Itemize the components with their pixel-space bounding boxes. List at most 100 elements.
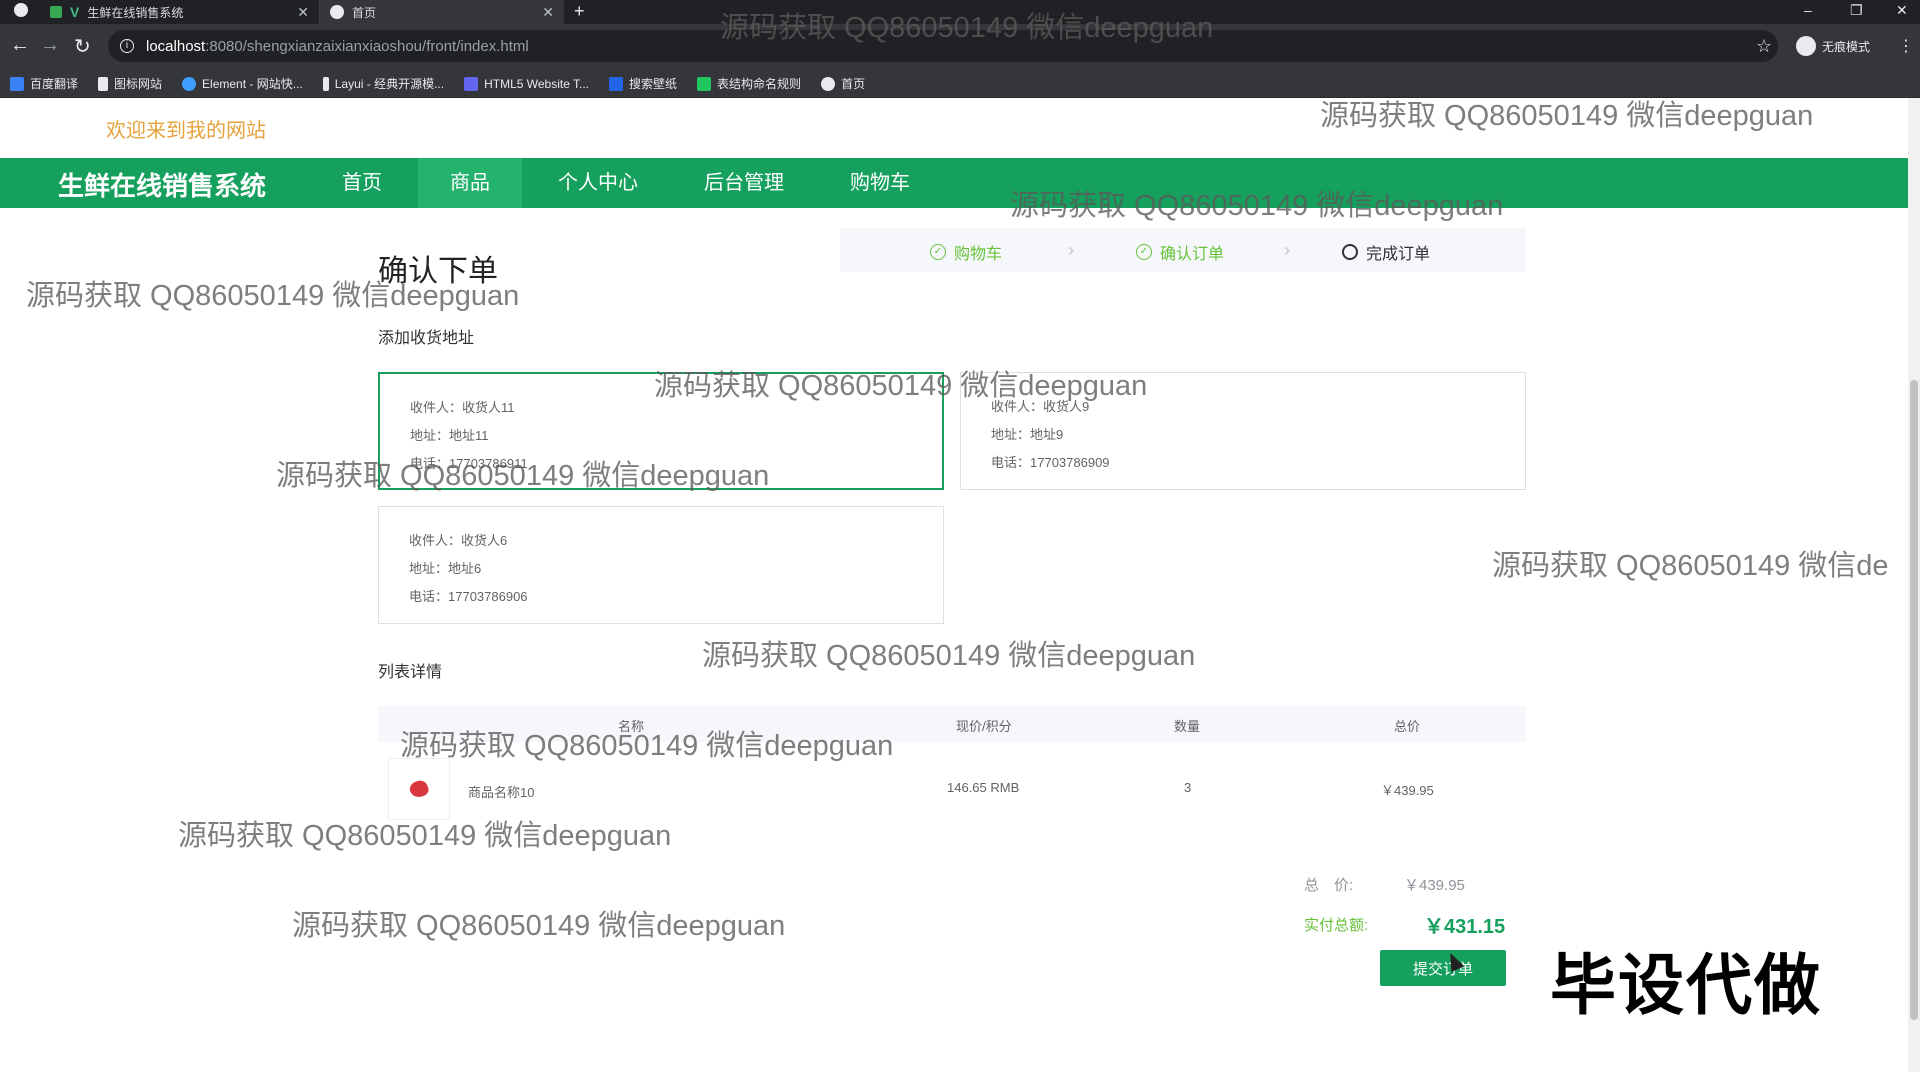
step-label: 完成订单	[1366, 246, 1431, 263]
incognito-indicator[interactable]: 无痕模式	[1796, 36, 1870, 56]
nav-profile[interactable]: 个人中心	[528, 158, 668, 208]
address-bar[interactable]: i localhost:8080/shengxianzaixianxiaosho…	[108, 30, 1778, 62]
address-card[interactable]: 收件人：收货人11 地址：地址11 电话：17703786911	[378, 372, 944, 490]
bookmark-item[interactable]: Element - 网站快...	[182, 75, 303, 92]
bookmark-label: Layui - 经典开源模...	[334, 77, 445, 91]
bookmark-item[interactable]: HTML5 Website T...	[464, 76, 590, 91]
step-label: 购物车	[954, 246, 1003, 263]
address-text: 地址：地址6	[409, 561, 482, 576]
new-tab-icon[interactable]: +	[574, 1, 585, 22]
incognito-icon	[1796, 36, 1816, 56]
bookmark-label: 百度翻译	[30, 77, 79, 91]
page-title: 确认下单	[378, 255, 498, 288]
address-card[interactable]: 收件人：收货人9 地址：地址9 电话：17703786909	[960, 372, 1526, 490]
total-value: ￥439.95	[1404, 877, 1465, 894]
watermark: 源码获取 QQ86050149 微信deepguan	[1320, 100, 1814, 132]
browser-menu-icon[interactable]	[14, 3, 28, 20]
minimize-icon[interactable]: –	[1804, 2, 1812, 18]
back-icon[interactable]: ←	[10, 34, 30, 57]
cell-name: 商品名称10	[468, 785, 535, 800]
bookmark-item[interactable]: 表结构命名规则	[697, 75, 801, 92]
col-name: 名称	[618, 719, 645, 734]
address-section-label: 添加收货地址	[378, 330, 475, 347]
table-icon	[697, 76, 712, 91]
nav-admin[interactable]: 后台管理	[674, 158, 814, 208]
bookmark-item[interactable]: Layui - 经典开源模...	[322, 75, 445, 92]
globe-icon	[821, 76, 836, 91]
product-thumbnail	[388, 758, 450, 820]
address-text: 地址：地址9	[991, 427, 1064, 442]
step-complete: 完成订单	[1342, 240, 1430, 264]
list-section-label: 列表详情	[378, 664, 443, 681]
address-phone: 电话：17703786911	[410, 456, 528, 471]
scrollbar-thumb[interactable]	[1910, 380, 1918, 1020]
tab-title: 首页	[352, 5, 377, 20]
address-receiver: 收件人：收货人6	[409, 533, 508, 548]
check-circle-icon: ✓	[930, 244, 946, 260]
col-price: 现价/积分	[956, 719, 1012, 734]
chevron-right-icon: ›	[1284, 240, 1290, 260]
bookmark-label: 首页	[841, 77, 866, 91]
incognito-label: 无痕模式	[1822, 39, 1871, 54]
more-menu-icon[interactable]: ⋮	[1898, 36, 1914, 56]
forward-icon[interactable]: →	[40, 34, 60, 57]
bookmark-item[interactable]: 搜索壁纸	[609, 75, 677, 92]
welcome-text: 欢迎来到我的网站	[106, 120, 266, 142]
nav-home[interactable]: 首页	[312, 158, 412, 208]
browser-tab-strip: V 生鲜在线销售系统 ✕ 首页 ✕ + – ❐ ✕	[0, 0, 1920, 24]
url-path: :8080/shengxianzaixianxiaoshou/front/ind…	[205, 37, 529, 55]
vue-icon: V	[70, 4, 80, 20]
bookmark-label: 表结构命名规则	[717, 77, 802, 91]
bookmark-item[interactable]: 首页	[821, 75, 865, 92]
url-host: localhost	[146, 37, 206, 55]
product-image	[407, 778, 431, 800]
flag-icon	[98, 76, 109, 91]
paid-value: ￥431.15	[1424, 916, 1506, 938]
html5-icon	[464, 76, 479, 91]
translate-icon	[10, 76, 24, 91]
bookmark-star-icon[interactable]: ☆	[1756, 36, 1772, 57]
bookmark-label: Element - 网站快...	[202, 77, 303, 91]
check-circle-icon: ✓	[1136, 244, 1152, 260]
step-confirm: ✓ 确认订单	[1136, 240, 1224, 264]
layui-icon	[322, 76, 329, 91]
bookmark-label: 图标网站	[114, 77, 163, 91]
stamp-overlay: 毕设代做	[1550, 948, 1822, 1022]
close-icon[interactable]: ✕	[542, 4, 554, 21]
step-cart: ✓ 购物车	[930, 240, 1002, 264]
bookmark-item[interactable]: 图标网站	[98, 75, 162, 92]
reload-icon[interactable]: ↻	[74, 34, 91, 59]
window-close-icon[interactable]: ✕	[1896, 2, 1908, 19]
nav-cart[interactable]: 购物车	[820, 158, 940, 208]
col-qty: 数量	[1174, 719, 1201, 734]
main-navbar	[0, 158, 1908, 208]
wallpaper-icon	[609, 76, 624, 91]
table-header: 名称 现价/积分 数量 总价	[378, 706, 1526, 742]
site-info-icon[interactable]: i	[120, 39, 134, 53]
col-total: 总价	[1394, 719, 1421, 734]
cell-total: ￥439.95	[1381, 783, 1434, 798]
globe-icon	[330, 5, 344, 19]
nav-products[interactable]: 商品	[418, 158, 522, 208]
watermark: 源码获取 QQ86050149 微信deepguan	[702, 640, 1196, 672]
tab-shop[interactable]: V 生鲜在线销售系统 ✕	[40, 0, 320, 24]
bookmarks-bar: 百度翻译 图标网站 Element - 网站快... Layui - 经典开源模…	[0, 70, 1920, 98]
site-brand[interactable]: 生鲜在线销售系统	[58, 166, 266, 203]
paid-label: 实付总额:	[1304, 917, 1369, 934]
step-label: 确认订单	[1160, 246, 1225, 263]
address-receiver: 收件人：收货人11	[410, 400, 515, 415]
tab-home[interactable]: 首页 ✕	[320, 0, 564, 24]
bookmark-item[interactable]: 百度翻译	[10, 75, 78, 92]
close-icon[interactable]: ✕	[297, 4, 309, 21]
bookmark-label: HTML5 Website T...	[484, 76, 590, 91]
restore-icon[interactable]: ❐	[1850, 2, 1863, 19]
circle-icon	[1342, 244, 1358, 260]
address-phone: 电话：17703786906	[409, 589, 528, 604]
element-icon	[182, 76, 197, 91]
watermark: 源码获取 QQ86050149 微信de	[1492, 550, 1889, 582]
total-label: 总 价:	[1304, 877, 1354, 894]
address-card[interactable]: 收件人：收货人6 地址：地址6 电话：17703786906	[378, 506, 944, 624]
chevron-right-icon: ›	[1068, 240, 1074, 260]
sheet-icon	[50, 6, 62, 18]
cell-price: 146.65 RMB	[947, 780, 1020, 795]
